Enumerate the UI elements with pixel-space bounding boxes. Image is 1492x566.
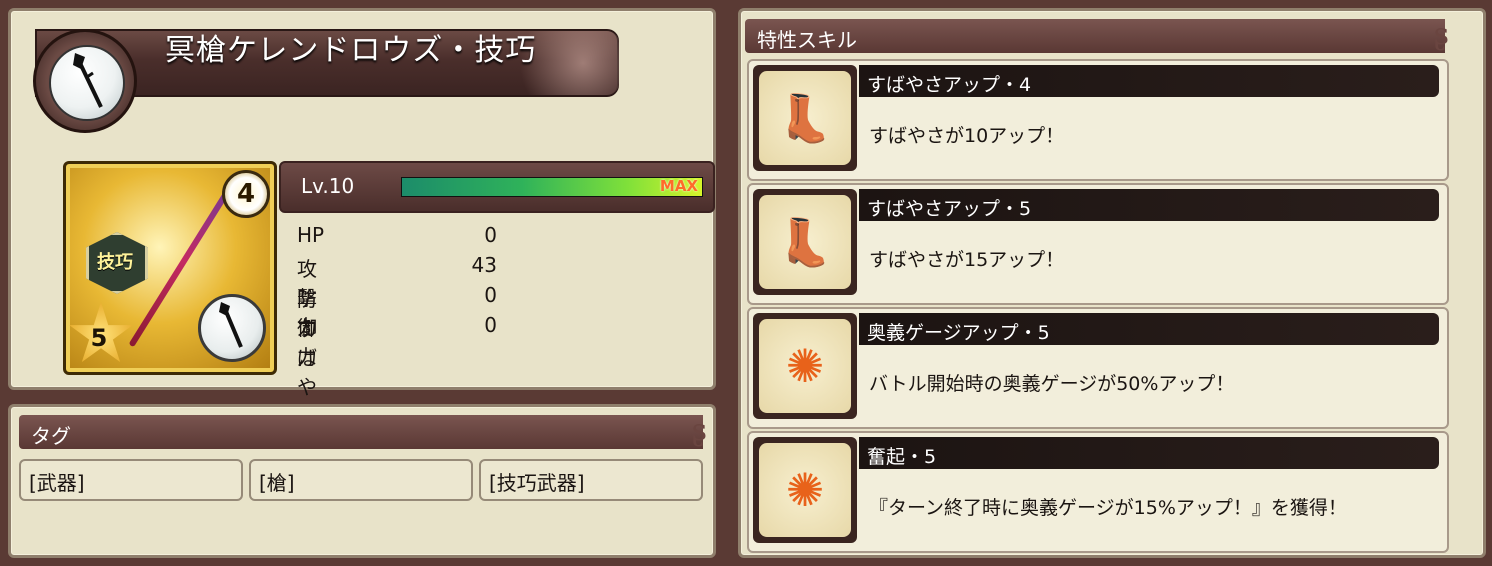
skill-description: 『ターン終了時に奥義ゲージが15%アップ！』を獲得！ (869, 497, 1347, 519)
tag-label: [技巧武器] (489, 471, 585, 495)
swirl-ornament-icon: ʂ (1433, 17, 1449, 52)
rarity-badge: 4 (222, 170, 270, 218)
star-level: 5 (90, 324, 108, 352)
skill-name-bar: 奮起・5 (859, 437, 1439, 469)
boot-icon: 👢 (753, 65, 857, 171)
skill-description: バトル開始時の奥義ゲージが50%アップ！ (869, 373, 1235, 395)
skill-name-bar: すばやさアップ・5 (859, 189, 1439, 221)
level-bar: Lv.10 MAX (279, 161, 715, 213)
skill-name: 奮起・5 (867, 446, 937, 468)
tag-item[interactable]: [槍] (249, 459, 473, 501)
stat-value: 0 (484, 283, 497, 307)
skill-name: すばやさアップ・5 (867, 198, 1032, 220)
skill-card[interactable]: ✺ 奮起・5 『ターン終了時に奥義ゲージが15%アップ！』を獲得！ (747, 431, 1449, 553)
stat-value: 0 (484, 313, 497, 337)
tag-header: タグ ʂ (19, 413, 707, 449)
spear-icon (49, 45, 125, 121)
gauge-burst-icon: ✺ (753, 313, 857, 419)
skill-header: 特性スキル ʂ (745, 17, 1449, 53)
tag-panel: タグ ʂ [武器] [槍] [技巧武器] (8, 404, 716, 558)
skill-panel: 特性スキル ʂ 👢 すばやさアップ・4 すばやさが10アップ！ 👢 すばやさアッ… (738, 8, 1486, 558)
skill-description: すばやさが15アップ！ (869, 249, 1065, 271)
swirl-ornament-icon: ʂ (691, 413, 707, 448)
level-gauge-fill (402, 178, 702, 196)
boot-icon: 👢 (753, 189, 857, 295)
level-label: Lv.10 (301, 174, 355, 198)
tag-header-label: タグ (31, 424, 71, 448)
skill-header-label: 特性スキル (757, 28, 857, 52)
type-badge-label: 技巧 (97, 252, 133, 273)
level-gauge: MAX (401, 177, 703, 197)
stat-value: 0 (484, 223, 497, 247)
level-max-label: MAX (659, 177, 698, 195)
weapon-info-panel: 冥槍ケレンドロウズ・技巧 4 技巧 5 Lv.10 MAX HP 0 攻撃力 4… (8, 8, 716, 428)
tag-item[interactable]: [武器] (19, 459, 243, 501)
skill-card[interactable]: ✺ 奥義ゲージアップ・5 バトル開始時の奥義ゲージが50%アップ！ (747, 307, 1449, 429)
stat-value: 43 (471, 253, 497, 277)
skill-name-bar: 奥義ゲージアップ・5 (859, 313, 1439, 345)
weapon-card[interactable]: 4 技巧 5 (63, 161, 277, 375)
weapon-title: 冥槍ケレンドロウズ・技巧 (165, 33, 537, 68)
skill-card[interactable]: 👢 すばやさアップ・4 すばやさが10アップ！ (747, 59, 1449, 181)
skill-name: すばやさアップ・4 (867, 74, 1032, 96)
skill-name-bar: すばやさアップ・4 (859, 65, 1439, 97)
spear-icon (198, 294, 266, 362)
stat-label: HP (297, 223, 325, 247)
tag-item[interactable]: [技巧武器] (479, 459, 703, 501)
skill-description: すばやさが10アップ！ (869, 125, 1065, 147)
skill-card[interactable]: 👢 すばやさアップ・5 すばやさが15アップ！ (747, 183, 1449, 305)
weapon-type-medallion (33, 29, 137, 133)
gauge-burst-icon: ✺ (753, 437, 857, 543)
skill-name: 奥義ゲージアップ・5 (867, 322, 1050, 344)
tag-label: [武器] (29, 471, 85, 495)
tag-label: [槍] (259, 471, 295, 495)
